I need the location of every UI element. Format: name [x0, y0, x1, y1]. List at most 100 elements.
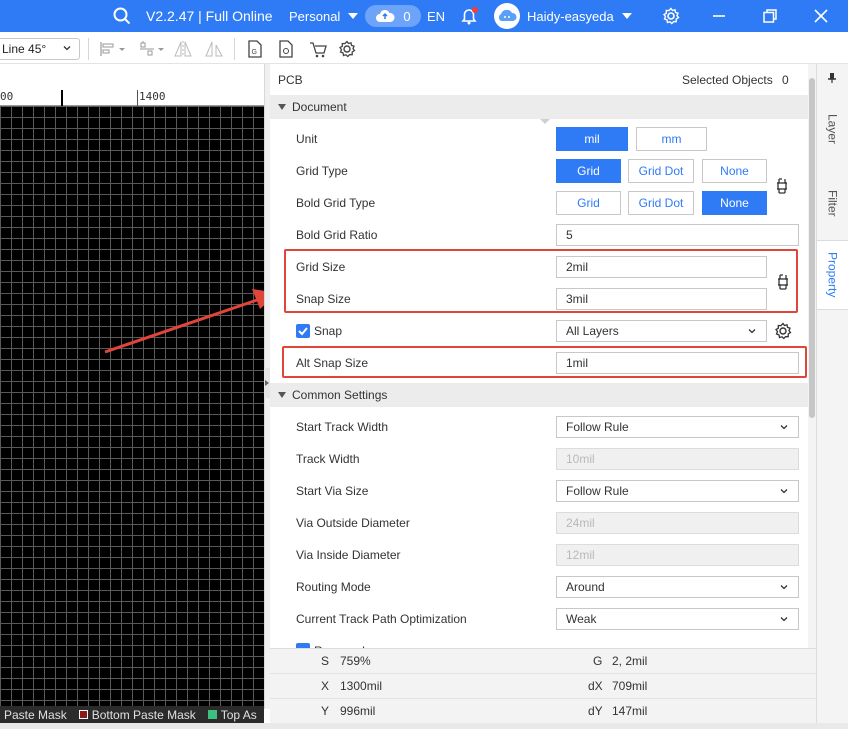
unit-mil-button[interactable]: mil [556, 127, 628, 151]
section-document[interactable]: Document [270, 95, 808, 119]
y-label: Y [321, 704, 330, 718]
flip-horizontal-icon[interactable] [172, 38, 194, 60]
routing-mode-label: Routing Mode [296, 580, 371, 594]
coord-row: X 1300mil dX 709mil [270, 674, 816, 699]
start-via-size-select[interactable]: Follow Rule [556, 480, 799, 502]
layer-label: Top As [220, 707, 257, 722]
ruler-tick-label: 1400 [139, 90, 166, 103]
layer-status-bar: Paste Mask Bottom Paste Mask Top As [0, 706, 264, 723]
dy-label: dY [588, 704, 603, 718]
bom-icon[interactable] [308, 38, 328, 60]
gear-icon[interactable] [774, 322, 792, 340]
chevron-down-icon [748, 329, 756, 334]
restore-icon[interactable] [762, 0, 778, 32]
caret-down-icon [278, 392, 286, 398]
align-icon[interactable] [99, 38, 129, 60]
close-icon[interactable] [813, 0, 829, 32]
button-label: mm [661, 132, 682, 146]
start-track-width-select[interactable]: Follow Rule [556, 416, 799, 438]
route-mode-value: Line 45° [2, 42, 47, 56]
routing-mode-select[interactable]: Around [556, 576, 799, 598]
track-path-optimization-select[interactable]: Weak [556, 608, 799, 630]
grid-type-grid-button[interactable]: Grid [556, 159, 621, 183]
minimize-icon[interactable] [711, 0, 727, 32]
workspace-dropdown[interactable]: Personal [289, 0, 359, 32]
search-icon[interactable] [113, 0, 131, 32]
link-icon[interactable] [773, 177, 791, 195]
field-value: 10mil [566, 452, 595, 466]
scale-label: S [321, 654, 330, 668]
grid-type-none-button[interactable]: None [702, 159, 767, 183]
settings-gear-icon[interactable] [662, 0, 680, 32]
snap-checkbox[interactable] [296, 324, 310, 338]
cloud-count: 0 [403, 8, 411, 24]
language-button[interactable]: EN [427, 0, 445, 32]
snap-layer-select[interactable]: All Layers [556, 320, 767, 342]
grid-size-label: Grid Size [296, 260, 346, 274]
layer-item[interactable]: Top As [204, 708, 257, 722]
bold-grid-dot-button[interactable]: Grid Dot [628, 191, 694, 215]
svg-text:G: G [252, 49, 257, 56]
button-label: Grid [577, 164, 600, 178]
section-common-settings[interactable]: Common Settings [270, 383, 808, 407]
bold-grid-ratio-input[interactable]: 5 [556, 224, 799, 246]
button-label: None [720, 164, 749, 178]
distribute-icon[interactable] [138, 38, 168, 60]
cloud-sync-button[interactable]: 0 [365, 0, 421, 32]
import-dxf-icon[interactable]: G [246, 38, 264, 60]
tab-label: Layer [825, 113, 840, 145]
remove-loop-label: Remove Loop [314, 640, 389, 648]
layer-item[interactable]: Paste Mask [4, 708, 67, 722]
flip-vertical-icon[interactable] [203, 38, 225, 60]
selected-objects-count: 0 [782, 73, 789, 87]
user-menu[interactable]: Haidy-easyeda [494, 0, 632, 32]
chevron-down-icon [780, 425, 788, 430]
app-version: V2.2.47 | Full Online [146, 8, 273, 24]
via-inside-diameter-input: 12mil [556, 544, 799, 566]
pcb-canvas[interactable] [0, 106, 264, 706]
chevron-down-icon [63, 46, 71, 51]
layer-color-swatch [78, 710, 88, 719]
route-mode-select[interactable]: Line 45° [0, 38, 80, 60]
bold-grid-none-button[interactable]: None [702, 191, 767, 215]
unit-mm-button[interactable]: mm [636, 127, 707, 151]
alt-snap-input[interactable]: 1mil [556, 352, 799, 374]
panel-scroll-thumb[interactable] [809, 78, 815, 418]
chevron-down-icon [780, 489, 788, 494]
toolbar: Line 45° G [0, 32, 848, 64]
bold-grid-type-label: Bold Grid Type [296, 196, 376, 210]
bold-grid-grid-button[interactable]: Grid [556, 191, 621, 215]
panel-header: PCB Selected Objects 0 [270, 64, 816, 94]
section-title: Document [292, 100, 347, 114]
right-tab-bar: Layer Filter Property [816, 64, 848, 723]
start-track-width-label: Start Track Width [296, 420, 389, 434]
pointer-notch [540, 119, 550, 124]
link-icon[interactable] [774, 273, 792, 291]
tab-layer[interactable]: Layer [817, 100, 848, 158]
gear-icon[interactable] [338, 38, 356, 60]
bell-icon[interactable] [459, 0, 479, 32]
tab-filter[interactable]: Filter [817, 174, 848, 232]
snap-size-label: Snap Size [296, 292, 351, 306]
grid-size-input[interactable]: 2mil [556, 256, 767, 278]
y-value: 996mil [340, 704, 376, 718]
layer-item[interactable]: Bottom Paste Mask [75, 708, 196, 722]
pin-icon[interactable] [827, 72, 837, 84]
chevron-down-icon [348, 13, 359, 19]
section-title: Common Settings [292, 388, 388, 402]
button-label: mil [584, 132, 600, 146]
grid-type-dot-button[interactable]: Grid Dot [628, 159, 694, 183]
snap-size-input[interactable]: 3mil [556, 288, 767, 310]
chevron-down-icon [780, 617, 788, 622]
check-icon [298, 327, 308, 336]
avatar [494, 3, 520, 29]
via-outside-diameter-label: Via Outside Diameter [296, 516, 410, 530]
annotation-arrow [104, 289, 278, 354]
chevron-down-icon [621, 13, 632, 19]
grid-value: 2, 2mil [612, 654, 648, 668]
track-path-optimization-label: Current Track Path Optimization [296, 612, 467, 626]
tab-property[interactable]: Property [817, 240, 848, 310]
import-image-icon[interactable] [277, 38, 295, 60]
ruler-tick-label: 00 [0, 90, 14, 103]
coord-row: S 759% G 2, 2mil [270, 649, 816, 674]
